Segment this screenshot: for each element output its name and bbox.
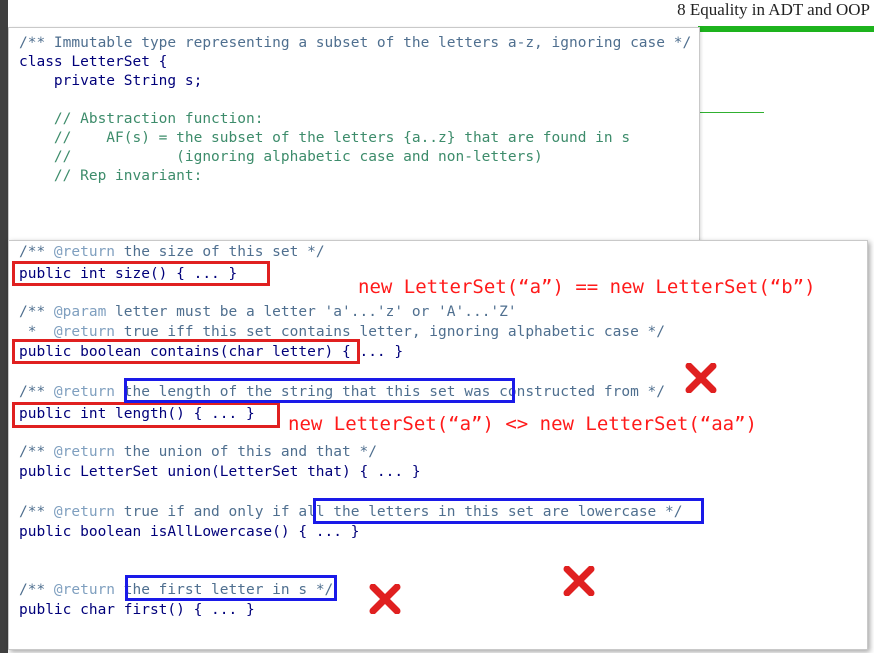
size-highlight-box bbox=[12, 261, 270, 286]
union-signature: public LetterSet union(LetterSet that) {… bbox=[19, 464, 421, 480]
notequal-example: new LetterSet(“a”) <> new LetterSet(“aa”… bbox=[288, 413, 757, 435]
af-comment-line1: // AF(s) = the subset of the letters {a.… bbox=[19, 130, 631, 146]
doc-tag: @return bbox=[53, 504, 116, 520]
union-doc: /** @return the union of this and that *… bbox=[19, 444, 377, 460]
slide-title: 8 Equality in ADT and OOP bbox=[677, 0, 870, 19]
doc-text: the size of this set */ bbox=[115, 244, 325, 260]
doc-text: letter must be a letter 'a'...'z' or 'A'… bbox=[106, 304, 517, 320]
x-mark-icon bbox=[685, 363, 717, 393]
class-declaration: class LetterSet { bbox=[19, 54, 168, 70]
first-signature: public char first() { ... } bbox=[19, 602, 255, 618]
decorative-line bbox=[698, 112, 764, 113]
af-comment-line2: // (ignoring alphabetic case and non-let… bbox=[19, 149, 543, 165]
ri-comment: // Rep invariant: bbox=[19, 168, 203, 184]
length-doc-highlight-box bbox=[124, 378, 515, 403]
doc-tag: @return bbox=[53, 444, 116, 460]
rep-field: private String s; bbox=[19, 73, 203, 89]
lowercase-signature: public boolean isAllLowercase() { ... } bbox=[19, 524, 360, 540]
equal-example: new LetterSet(“a”) == new LetterSet(“b”) bbox=[358, 276, 816, 298]
length-highlight-box bbox=[12, 402, 280, 428]
doc-text: the union of this and that */ bbox=[115, 444, 377, 460]
title-underline bbox=[698, 26, 874, 32]
slide-left-bar bbox=[0, 0, 8, 653]
af-comment-header: // Abstraction function: bbox=[19, 111, 264, 127]
lowercase-doc-highlight-box bbox=[313, 498, 704, 524]
contains-doc-param: /** @param letter must be a letter 'a'..… bbox=[19, 304, 517, 320]
doc-tag: @return bbox=[53, 384, 116, 400]
class-doc-comment: /** Immutable type representing a subset… bbox=[19, 35, 692, 51]
doc-tag: @return bbox=[53, 582, 116, 598]
doc-text: true iff this set contains letter, ignor… bbox=[115, 324, 666, 340]
x-mark-icon bbox=[369, 584, 401, 614]
size-doc: /** @return the size of this set */ bbox=[19, 244, 325, 260]
first-doc-highlight-box bbox=[125, 575, 337, 601]
doc-tag: @return bbox=[53, 324, 116, 340]
x-mark-icon bbox=[563, 566, 595, 596]
contains-highlight-box bbox=[12, 339, 360, 364]
doc-tag: @param bbox=[53, 304, 107, 320]
doc-tag: @return bbox=[53, 244, 116, 260]
